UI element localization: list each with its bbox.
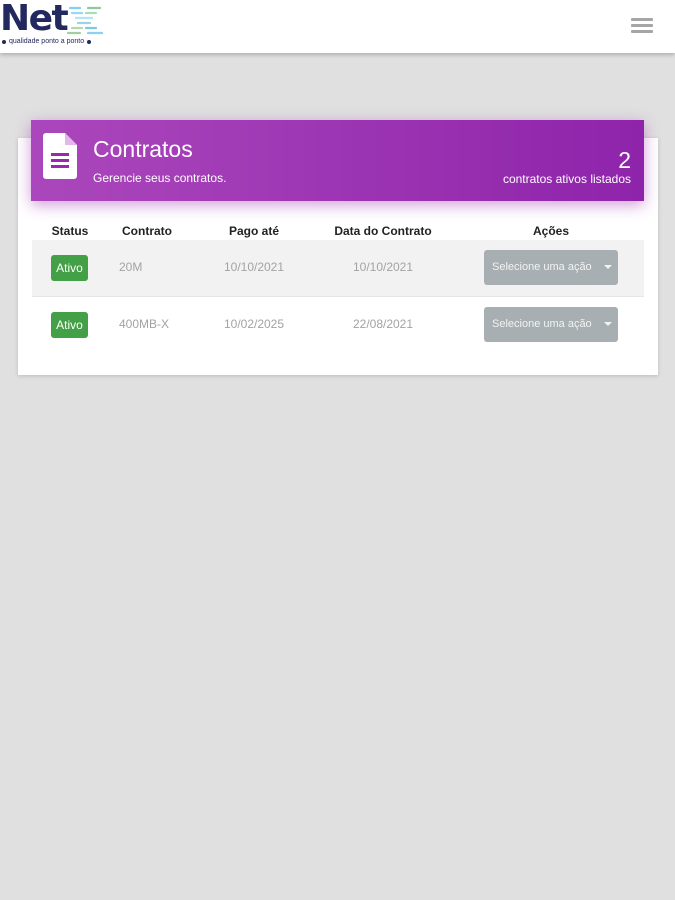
tagline-dot-icon <box>2 39 6 44</box>
action-select-button[interactable]: Selecione uma ação <box>484 250 618 285</box>
paid-until-date: 10/10/2021 <box>223 260 285 274</box>
hamburger-menu-icon[interactable] <box>631 18 653 34</box>
brand-tagline-wrap: qualidade ponto a ponto <box>2 38 92 45</box>
status-badge: Ativo <box>51 255 88 281</box>
page-title: Contratos <box>93 136 193 162</box>
table-row: Ativo 20M 10/10/2021 10/10/2021 Selecion… <box>32 240 644 297</box>
logo-x-mark <box>66 6 104 35</box>
caret-down-icon <box>604 322 612 326</box>
page-subtitle: Gerencie seus contratos. <box>93 171 227 185</box>
document-icon <box>43 133 77 179</box>
column-header-contrato: Contrato <box>122 224 172 238</box>
contract-date: 22/08/2021 <box>352 317 414 331</box>
brand-name: Net <box>0 0 69 39</box>
table-row: Ativo 400MB-X 10/02/2025 22/08/2021 Sele… <box>32 297 644 353</box>
top-bar: Net qualidade ponto a ponto <box>0 0 675 53</box>
column-header-status: Status <box>51 224 89 238</box>
brand-tagline: qualidade ponto a ponto <box>9 38 85 45</box>
tagline-dot-icon <box>87 39 92 44</box>
action-select-button[interactable]: Selecione uma ação <box>484 307 618 342</box>
caret-down-icon <box>604 265 612 269</box>
active-contracts-label: contratos ativos listados <box>502 172 631 186</box>
action-select-label: Selecione uma ação <box>492 318 592 330</box>
contract-name: 20M <box>119 260 143 274</box>
contract-name: 400MB-X <box>119 317 170 331</box>
column-header-acoes: Ações <box>532 224 570 238</box>
contract-date: 10/10/2021 <box>352 260 414 274</box>
brand-logo[interactable]: Net qualidade ponto a ponto <box>0 0 110 53</box>
contracts-card-header: Contratos Gerencie seus contratos. 2 con… <box>31 120 644 201</box>
paid-until-date: 10/02/2025 <box>223 317 285 331</box>
action-select-label: Selecione uma ação <box>492 261 592 273</box>
column-header-pago-ate: Pago até <box>228 224 280 238</box>
status-badge: Ativo <box>51 312 88 338</box>
active-contracts-count: 2 <box>618 147 631 173</box>
column-header-data-contrato: Data do Contrato <box>334 224 432 238</box>
